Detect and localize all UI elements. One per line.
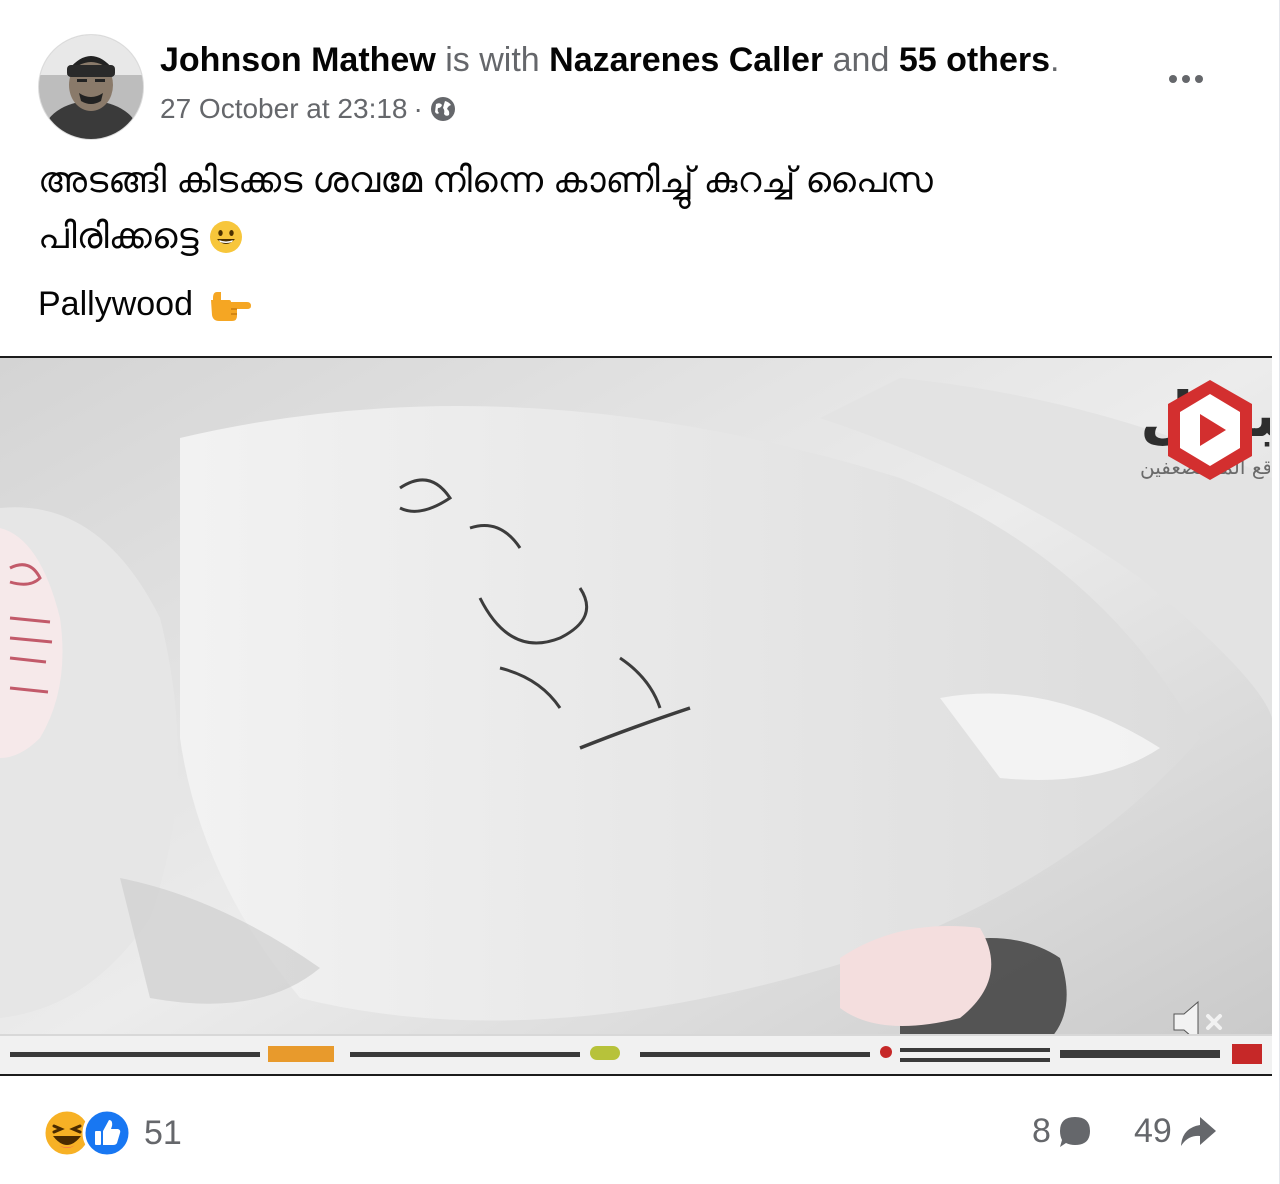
message-line-2-text: പിരിക്കട്ടെ (38, 215, 199, 256)
comments-count[interactable]: 8 (1032, 1112, 1093, 1151)
video-player[interactable]: البديل موقع المستضعفين (0, 356, 1272, 1076)
hashtag-line: Pallywood (38, 280, 253, 328)
reactions-summary[interactable]: 51 (42, 1108, 182, 1158)
reaction-count: 51 (144, 1113, 182, 1152)
shares-count[interactable]: 49 (1134, 1112, 1218, 1151)
with-text: is with (435, 41, 550, 79)
share-count-text: 49 (1134, 1112, 1172, 1150)
tagged-others-link[interactable]: 55 others (899, 41, 1050, 79)
facebook-post: Johnson Mathew is with Nazarenes Caller … (0, 0, 1280, 1184)
more-options-icon[interactable] (1158, 58, 1214, 100)
post-footer: 51 8 49 (0, 1076, 1272, 1184)
post-timestamp[interactable]: 27 October at 23:18 (160, 92, 408, 126)
grinning-face-emoji (209, 214, 243, 253)
channel-logo: البديل موقع المستضعفين (940, 368, 1272, 498)
tagged-friend[interactable]: Nazarenes Caller (549, 41, 823, 79)
post-message: അടങ്ങി കിടക്കട ശവമേ നിന്നെ കാണിച്ചു് കുറ… (38, 152, 1238, 264)
pallywood-text: Pallywood (38, 285, 193, 323)
period: . (1050, 41, 1060, 79)
news-ticker (0, 1034, 1272, 1074)
author-avatar[interactable] (38, 34, 144, 140)
author-line: Johnson Mathew is with Nazarenes Caller … (160, 40, 1059, 80)
message-line-2: പിരിക്കട്ടെ (38, 208, 1238, 264)
share-arrow-icon (1180, 1116, 1216, 1146)
backhand-index-pointing-right-icon (207, 284, 253, 324)
post-meta: 27 October at 23:18 · (160, 92, 457, 126)
message-line-1: അടങ്ങി കിടക്കട ശവമേ നിന്നെ കാണിച്ചു് കുറ… (38, 159, 933, 200)
globe-icon[interactable] (429, 95, 457, 123)
like-reaction-icon (82, 1108, 132, 1158)
and-text: and (823, 41, 899, 79)
comment-bubble-icon (1059, 1116, 1090, 1147)
post-header: Johnson Mathew is with Nazarenes Caller … (0, 0, 1280, 150)
meta-separator: · (413, 93, 423, 124)
author-name[interactable]: Johnson Mathew (160, 41, 436, 79)
comment-count-text: 8 (1032, 1112, 1051, 1150)
